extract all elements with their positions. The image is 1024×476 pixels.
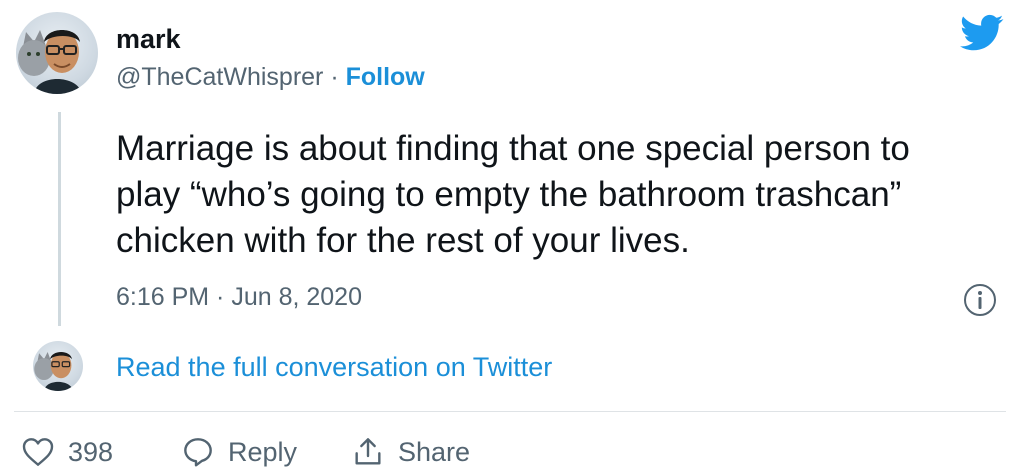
twitter-bird-icon[interactable] xyxy=(960,14,1004,52)
read-full-conversation-link[interactable]: Read the full conversation on Twitter xyxy=(116,352,552,383)
avatar-image xyxy=(18,30,82,94)
like-button[interactable]: 398 xyxy=(22,432,113,472)
avatar-image xyxy=(34,351,74,391)
tweet-text-line: chicken with for the rest of your lives. xyxy=(116,221,690,260)
thread-connector-line xyxy=(58,112,61,326)
heart-icon xyxy=(22,438,54,466)
share-upload-icon xyxy=(355,438,381,465)
author-handle-row: @TheCatWhisprer · Follow xyxy=(116,63,425,92)
follow-button[interactable]: Follow xyxy=(346,63,425,91)
conversation-avatar[interactable] xyxy=(33,341,83,391)
author-name[interactable]: mark xyxy=(116,24,181,55)
speech-bubble-icon xyxy=(184,438,212,467)
divider xyxy=(14,411,1006,412)
tweet-timestamp[interactable]: 6:16 PM · Jun 8, 2020 xyxy=(116,283,362,312)
like-count: 398 xyxy=(68,436,114,467)
share-label: Share xyxy=(398,436,471,467)
share-button[interactable]: Share xyxy=(352,432,470,472)
handle-separator: · xyxy=(323,63,346,91)
reply-button[interactable]: Reply xyxy=(182,432,297,472)
tweet-text: Marriage is about finding that one speci… xyxy=(116,126,996,264)
tweet-text-line: play “who’s going to empty the bathroom … xyxy=(116,175,902,214)
tweet-text-line: Marriage is about finding that one speci… xyxy=(116,129,910,168)
author-handle[interactable]: @TheCatWhisprer xyxy=(116,63,323,91)
author-avatar[interactable] xyxy=(16,12,98,94)
reply-label: Reply xyxy=(228,436,298,467)
info-icon[interactable] xyxy=(963,283,997,317)
